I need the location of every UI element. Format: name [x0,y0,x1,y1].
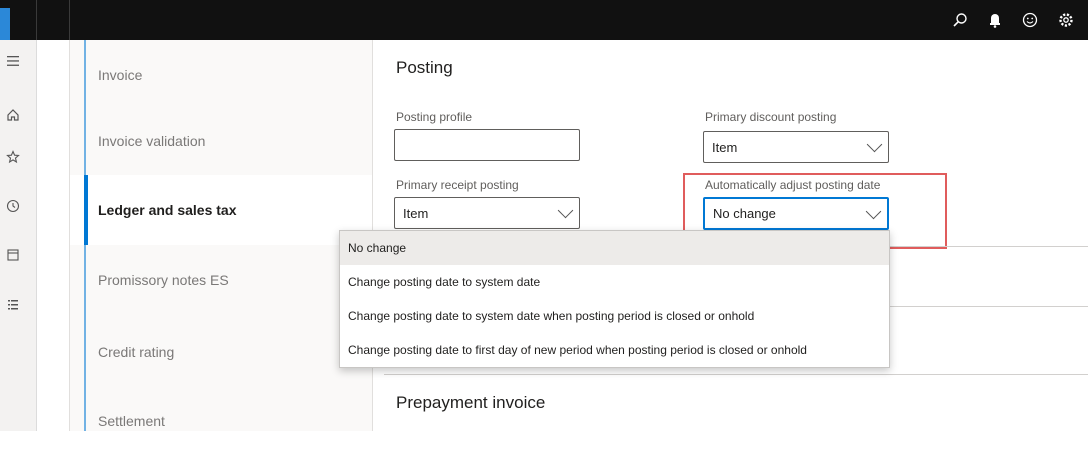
tab-label: Invoice [98,67,143,83]
tab-settlement[interactable]: Settlement [70,386,372,456]
primary-receipt-posting-label: Primary receipt posting [396,178,519,192]
auto-adjust-posting-date-select[interactable]: No change [703,197,889,230]
divider [36,0,37,40]
tab-track-line [84,40,86,431]
select-value: Item [403,205,429,221]
select-value: No change [713,206,776,221]
app-launcher-icon[interactable] [0,8,10,40]
posting-profile-input[interactable] [394,129,580,161]
secondary-pane [37,40,70,431]
dropdown-option-first-day-new-period[interactable]: Change posting date to first day of new … [340,333,889,367]
navigation-rail [0,40,37,431]
tab-label: Credit rating [98,344,175,360]
tab-invoice-validation[interactable]: Invoice validation [70,106,372,176]
tab-label: Settlement [98,413,165,429]
modules-list-icon[interactable] [4,296,22,314]
hamburger-menu-icon[interactable] [4,52,22,70]
primary-discount-posting-label: Primary discount posting [705,110,837,124]
primary-discount-posting-select[interactable]: Item [703,131,889,163]
section-title-posting: Posting [396,58,453,77]
feedback-smiley-icon[interactable] [1020,10,1040,30]
notifications-icon[interactable] [985,10,1005,30]
workspaces-icon[interactable] [4,246,22,264]
vertical-tab-list: Invoice Invoice validation Ledger and sa… [70,40,373,431]
chevron-down-icon [865,203,882,219]
tab-invoice[interactable]: Invoice [70,40,372,110]
chevron-down-icon [557,202,574,219]
search-icon[interactable] [950,10,970,30]
tab-credit-rating[interactable]: Credit rating [70,317,372,387]
chevron-down-icon [866,136,883,153]
dropdown-option-system-date-when-closed[interactable]: Change posting date to system date when … [340,299,889,333]
posting-profile-label: Posting profile [396,110,473,124]
section-title-prepayment-invoice: Prepayment invoice [396,393,546,412]
recent-clock-icon[interactable] [4,197,22,215]
tab-label: Invoice validation [98,133,206,149]
auto-adjust-posting-date-label: Automatically adjust posting date [705,178,881,192]
primary-receipt-posting-select[interactable]: Item [394,197,580,229]
home-icon[interactable] [4,106,22,124]
dropdown-option-system-date[interactable]: Change posting date to system date [340,265,889,299]
top-navigation-bar [0,0,1088,40]
settings-icon[interactable] [1056,10,1076,30]
divider [69,0,70,40]
dropdown-option-no-change[interactable]: No change [340,231,889,265]
tab-promissory-notes-es[interactable]: Promissory notes ES [70,245,372,315]
tab-ledger-and-sales-tax[interactable]: Ledger and sales tax [70,175,372,245]
posting-date-options-dropdown: No change Change posting date to system … [339,230,890,368]
section-divider [384,374,1088,375]
tab-label: Ledger and sales tax [98,202,237,218]
select-value: Item [712,139,738,155]
favorites-star-icon[interactable] [4,148,22,166]
tab-label: Promissory notes ES [98,272,229,288]
